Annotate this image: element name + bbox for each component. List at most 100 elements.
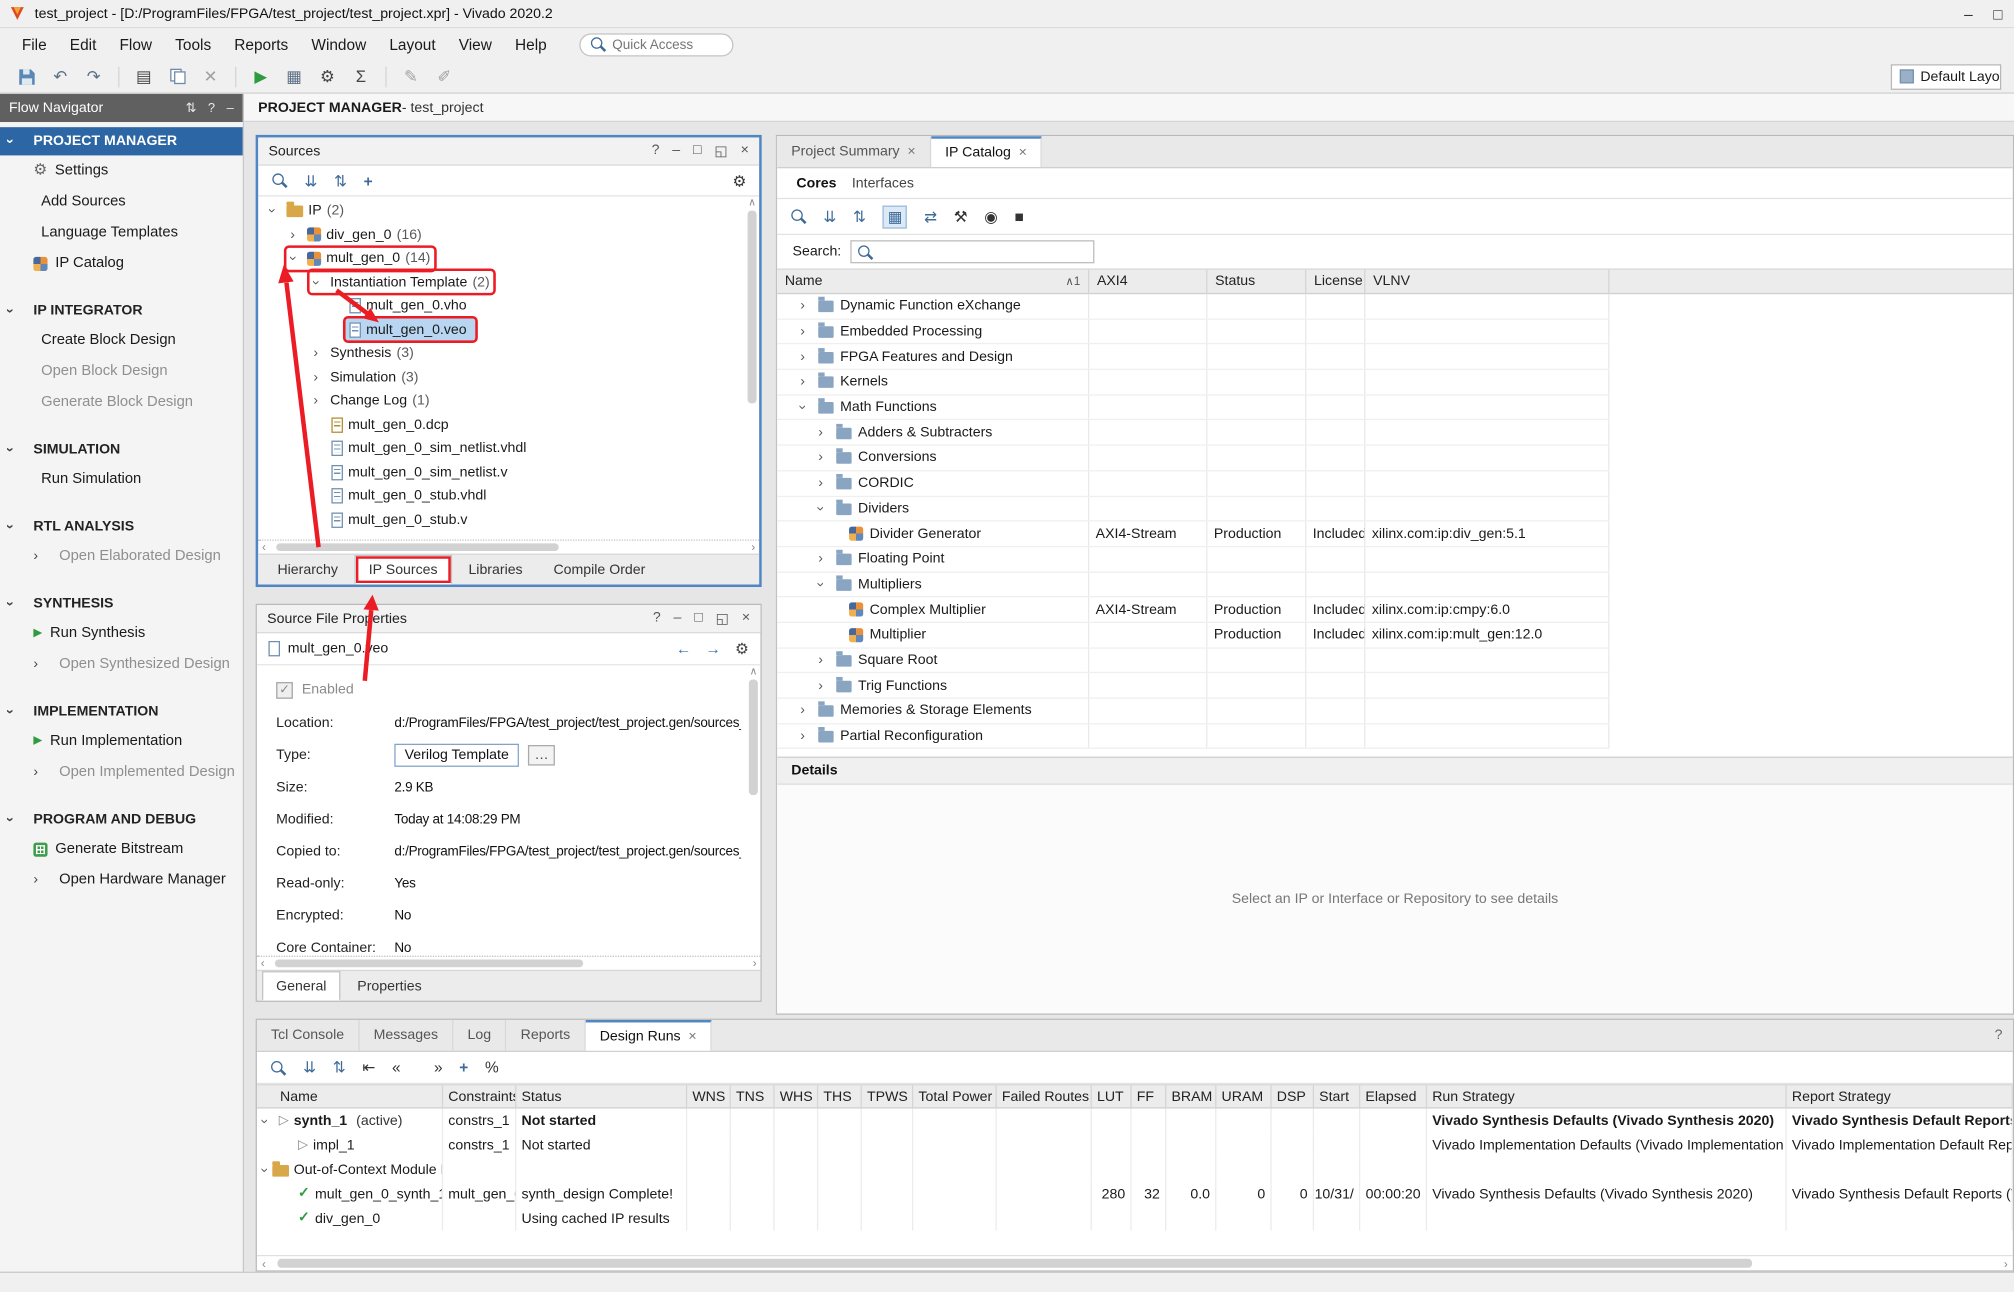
expand-icon[interactable] xyxy=(800,298,812,313)
source-tree-row[interactable]: mult_gen_0.veo xyxy=(258,318,759,342)
horizontal-scrollbar[interactable]: ‹ › xyxy=(257,956,761,970)
design-run-row[interactable]: synth_1 (active) constrs_1 Not started V… xyxy=(257,1109,2013,1133)
redo-icon[interactable]: ↷ xyxy=(80,64,108,90)
source-tree-row[interactable]: mult_gen_0.dcp xyxy=(258,413,759,437)
scroll-right-icon[interactable]: › xyxy=(751,541,755,554)
ip-catalog-row[interactable]: Complex Multiplier AXI4-Stream Productio… xyxy=(777,598,1609,623)
expand-icon[interactable] xyxy=(270,203,282,218)
column-header[interactable]: VLNV xyxy=(1365,270,1609,293)
source-tree-row[interactable]: mult_gen_0_sim_netlist.vhdl xyxy=(258,437,759,461)
tab[interactable]: Reports xyxy=(507,1020,586,1051)
close-icon[interactable]: × xyxy=(1019,145,1027,160)
expand-icon[interactable] xyxy=(800,728,812,743)
gear-icon[interactable]: ⚙ xyxy=(732,171,746,189)
column-header[interactable]: License xyxy=(1306,270,1365,293)
float-icon[interactable]: ◱ xyxy=(714,143,727,160)
menu-item[interactable]: Window xyxy=(300,31,378,57)
flow-navigator-entry[interactable]: Generate Bitstream xyxy=(0,834,243,865)
scrollbar-thumb[interactable] xyxy=(749,680,758,796)
report-icon[interactable]: ▤ xyxy=(130,64,158,90)
run-icon[interactable]: ▶ xyxy=(247,64,275,90)
tab[interactable]: Tcl Console xyxy=(257,1020,360,1051)
collapse-all-icon[interactable]: ⇊ xyxy=(304,171,317,189)
flow-navigator-entry[interactable]: RTL ANALYSIS xyxy=(0,513,243,541)
flow-navigator-entry[interactable]: Open Synthesized Design xyxy=(0,649,243,680)
column-header[interactable]: Start xyxy=(1314,1085,1360,1107)
source-tree-row[interactable]: Instantiation Template (2) xyxy=(258,270,759,294)
help-icon[interactable]: ? xyxy=(208,101,215,115)
expand-icon[interactable] xyxy=(800,400,812,415)
expand-icon[interactable] xyxy=(313,393,325,408)
scrollbar-thumb[interactable] xyxy=(748,211,757,404)
minimize-icon[interactable]: – xyxy=(674,610,682,627)
details-header[interactable]: Details xyxy=(777,757,2013,785)
help-icon[interactable]: ? xyxy=(1984,1020,2012,1051)
menu-item[interactable]: Layout xyxy=(378,31,447,57)
create-run-icon[interactable]: + xyxy=(459,1058,468,1076)
layout-selector[interactable]: Default Layout xyxy=(1891,64,2001,90)
column-header[interactable]: Failed Routes xyxy=(997,1085,1092,1107)
undo-icon[interactable]: ↶ xyxy=(46,64,74,90)
restart-icon[interactable]: ⇤ xyxy=(362,1058,375,1076)
expand-icon[interactable] xyxy=(290,251,302,266)
properties-panel-header[interactable]: Source File Properties ? – □ ◱ × xyxy=(257,605,761,633)
group-view-icon[interactable]: ▦ xyxy=(883,205,908,228)
percent-icon[interactable]: % xyxy=(485,1058,499,1076)
expand-all-icon[interactable]: ⇅ xyxy=(853,207,866,225)
column-header[interactable]: Name xyxy=(257,1085,443,1107)
source-tree-row[interactable]: Simulation (3) xyxy=(258,365,759,389)
column-header[interactable]: THS xyxy=(818,1085,862,1107)
step-back-icon[interactable]: « xyxy=(392,1058,401,1076)
ip-catalog-row[interactable]: Kernels xyxy=(777,370,1609,395)
column-header[interactable]: DSP xyxy=(1272,1085,1314,1107)
collapse-all-icon[interactable]: ⇊ xyxy=(823,207,836,225)
search-icon[interactable] xyxy=(271,172,288,189)
step-forward-icon[interactable]: » xyxy=(434,1058,443,1076)
design-run-row[interactable]: impl_1 constrs_1 Not started Vivado Impl… xyxy=(257,1133,2013,1157)
search-icon[interactable] xyxy=(270,1059,287,1076)
copy-icon[interactable] xyxy=(163,64,191,90)
source-tree-row[interactable]: mult_gen_0_stub.v xyxy=(258,508,759,532)
search-icon[interactable] xyxy=(790,208,807,225)
flow-navigator-entry[interactable]: Open Hardware Manager xyxy=(0,864,243,895)
tab[interactable]: Messages xyxy=(359,1020,453,1051)
expand-icon[interactable] xyxy=(818,425,830,440)
back-icon[interactable]: ← xyxy=(676,640,691,658)
tab[interactable]: IP Catalog × xyxy=(931,136,1042,167)
step-icon[interactable]: ▦ xyxy=(280,64,308,90)
close-icon[interactable]: × xyxy=(907,144,915,159)
wand-icon[interactable]: ✐ xyxy=(430,64,458,90)
ip-catalog-row[interactable]: Embedded Processing xyxy=(777,319,1609,344)
design-run-row[interactable]: div_gen_0 Using cached IP results xyxy=(257,1206,2013,1230)
source-tree-row[interactable]: IP (2) xyxy=(258,199,759,223)
stop-icon[interactable]: ■ xyxy=(1014,207,1023,225)
column-header[interactable]: Report Strategy xyxy=(1787,1085,2013,1107)
menu-item[interactable]: Reports xyxy=(223,31,300,57)
scroll-left-icon[interactable]: ‹ xyxy=(261,957,265,970)
column-header[interactable]: LUT xyxy=(1092,1085,1132,1107)
flow-navigator-entry[interactable]: Run Implementation xyxy=(0,726,243,757)
expand-all-icon[interactable]: ⇅ xyxy=(333,1058,346,1076)
ip-catalog-row[interactable]: FPGA Features and Design xyxy=(777,345,1609,370)
expand-icon[interactable] xyxy=(313,346,325,361)
expand-icon[interactable] xyxy=(262,1162,267,1177)
tab[interactable]: Cores xyxy=(794,175,839,190)
minimize-icon[interactable]: – xyxy=(672,143,680,160)
column-header[interactable]: BRAM xyxy=(1166,1085,1216,1107)
ip-catalog-row[interactable]: Square Root xyxy=(777,648,1609,673)
ip-catalog-row[interactable]: Multiplier Production Included xilinx.co… xyxy=(777,623,1609,648)
save-icon[interactable] xyxy=(13,64,41,90)
expand-icon[interactable] xyxy=(818,501,830,516)
scroll-left-icon[interactable]: ‹ xyxy=(262,1257,266,1270)
float-icon[interactable]: ◱ xyxy=(716,610,729,627)
minimize-button[interactable]: – xyxy=(1964,4,1973,22)
edit-icon[interactable]: ✎ xyxy=(397,64,425,90)
expand-icon[interactable] xyxy=(818,577,830,592)
help-icon[interactable]: ? xyxy=(652,143,660,160)
settings-icon[interactable]: ⚙ xyxy=(313,64,341,90)
scrollbar-thumb[interactable] xyxy=(275,960,583,968)
flow-navigator-entry[interactable]: Add Sources xyxy=(0,186,243,217)
flow-navigator-entry[interactable]: IMPLEMENTATION xyxy=(0,697,243,725)
add-sources-icon[interactable]: + xyxy=(364,171,373,189)
ip-catalog-row[interactable]: Adders & Subtracters xyxy=(777,421,1609,446)
